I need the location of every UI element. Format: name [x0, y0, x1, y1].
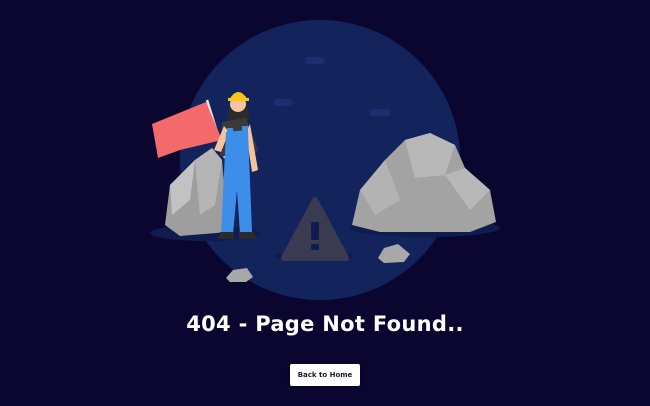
- error-page: 404 - Page Not Found.. Back to Home: [0, 0, 650, 406]
- decor-dash: [305, 57, 325, 64]
- left-rock: [165, 148, 228, 236]
- page-title: 404 - Page Not Found..: [186, 312, 464, 336]
- decor-dash: [273, 99, 293, 106]
- decor-dash: [370, 109, 390, 116]
- back-to-home-button[interactable]: Back to Home: [290, 364, 360, 386]
- error-illustration: [150, 20, 500, 300]
